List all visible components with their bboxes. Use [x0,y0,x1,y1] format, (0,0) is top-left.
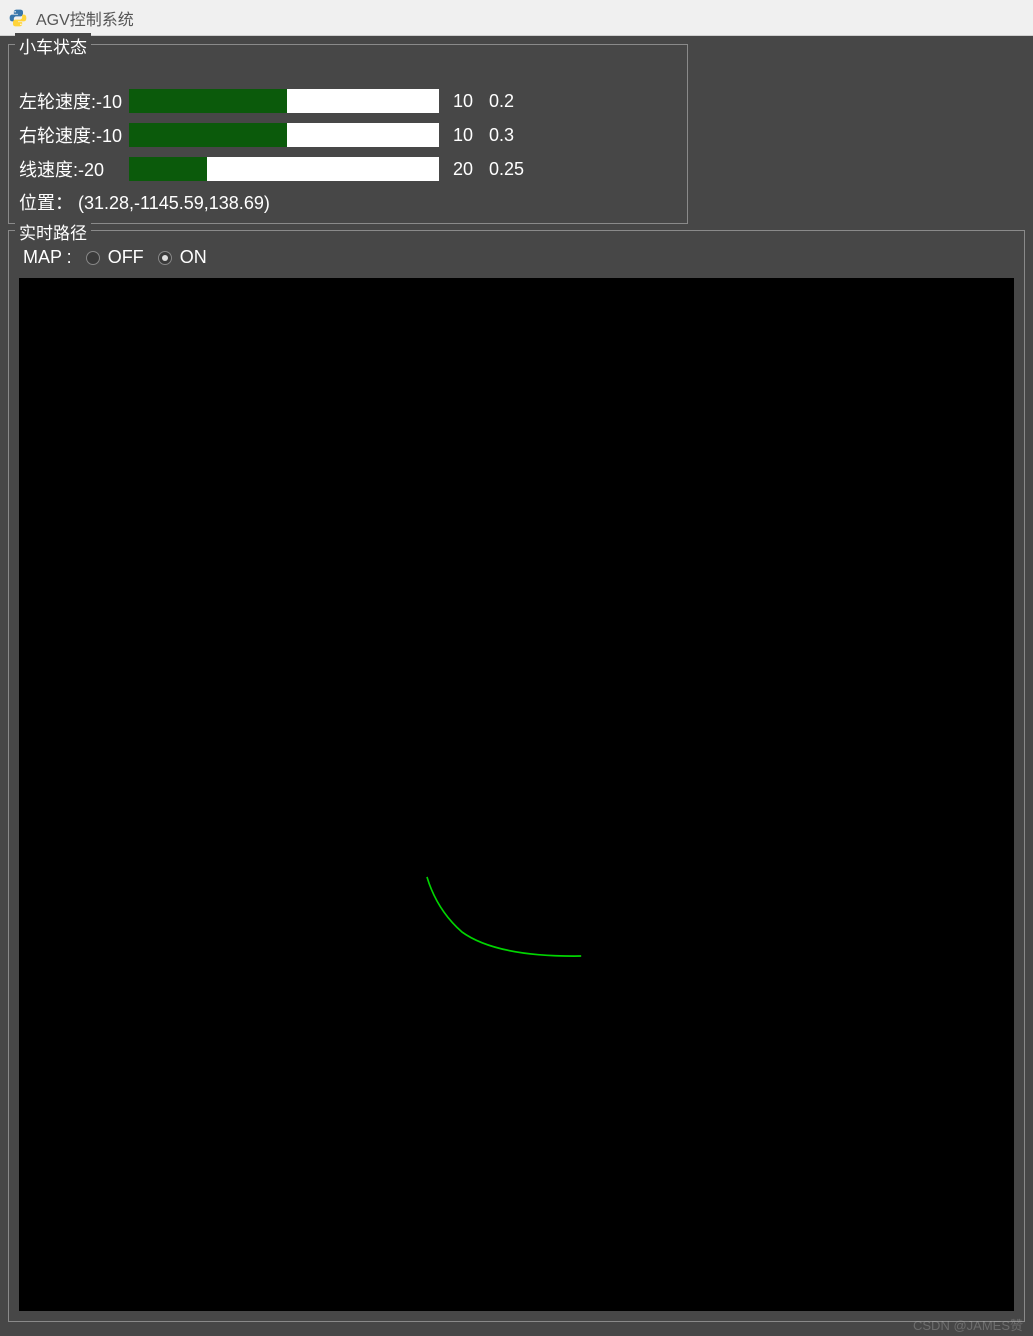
right-wheel-progress[interactable] [129,123,439,147]
app-window: AGV控制系统 小车状态 左轮速度:-10 10 0.2 右轮速度:-10 10… [0,0,1033,1336]
path-group-title: 实时路径 [15,219,91,244]
window-title: AGV控制系统 [36,6,134,30]
right-wheel-value: 0.3 [489,125,539,146]
right-wheel-row: 右轮速度:-10 10 0.3 [19,119,677,151]
map-label: MAP : [23,247,72,268]
right-wheel-max: 10 [453,125,489,146]
left-wheel-value: 0.2 [489,91,539,112]
left-wheel-progress[interactable] [129,89,439,113]
radio-on-group[interactable]: ON [158,247,207,268]
radio-off-label: OFF [108,247,144,268]
right-wheel-label: 右轮速度:-10 [19,122,129,148]
line-speed-progress[interactable] [129,157,439,181]
line-speed-row: 线速度:-20 20 0.25 [19,153,677,185]
position-value: (31.28,-1145.59,138.69) [78,193,270,213]
right-wheel-fill [129,123,287,147]
line-speed-label: 线速度:-20 [19,156,109,182]
line-speed-max: 20 [453,159,489,180]
left-wheel-max: 10 [453,91,489,112]
line-speed-value: 0.25 [489,159,539,180]
radio-off-group[interactable]: OFF [86,247,144,268]
title-bar: AGV控制系统 [0,0,1033,36]
realtime-path-group: 实时路径 MAP : OFF ON [8,230,1025,1322]
python-icon [8,8,28,28]
position-row: 位置： (31.28,-1145.59,138.69) [19,189,677,215]
status-group-title: 小车状态 [15,33,91,58]
left-wheel-fill [129,89,287,113]
position-label: 位置： [19,193,73,213]
content-area: 小车状态 左轮速度:-10 10 0.2 右轮速度:-10 10 0.3 线速度… [0,36,1033,1336]
map-toggle-row: MAP : OFF ON [19,245,1014,278]
radio-on[interactable] [158,251,172,265]
path-svg [19,278,1014,1311]
map-canvas[interactable] [19,278,1014,1311]
radio-on-label: ON [180,247,207,268]
left-wheel-label: 左轮速度:-10 [19,88,129,114]
line-speed-fill [129,157,207,181]
vehicle-status-group: 小车状态 左轮速度:-10 10 0.2 右轮速度:-10 10 0.3 线速度… [8,44,688,224]
left-wheel-row: 左轮速度:-10 10 0.2 [19,85,677,117]
radio-off[interactable] [86,251,100,265]
path-line [427,877,581,956]
